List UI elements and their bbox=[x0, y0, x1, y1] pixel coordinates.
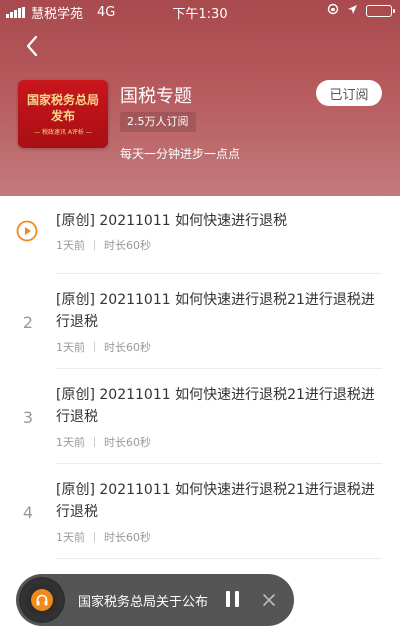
meta-divider bbox=[94, 532, 95, 542]
episode-time-ago: 1天前 bbox=[56, 531, 85, 544]
cover-line-2: 发布 bbox=[50, 109, 75, 123]
playing-icon bbox=[16, 220, 38, 242]
status-right bbox=[327, 3, 395, 19]
episode-duration: 时长60秒 bbox=[104, 531, 151, 544]
channel-header: 慧税学苑 4G 下午1:30 国家税务总局 发布 — 税政速讯 A评析 — 国税… bbox=[0, 0, 400, 196]
pause-button[interactable] bbox=[224, 591, 242, 609]
episode-list: [原创] 20211011 如何快速进行退税 1天前 时长60秒 2 [原创] … bbox=[0, 196, 400, 559]
episode-title: [原创] 20211011 如何快速进行退税21进行退税进行退税 bbox=[56, 387, 375, 425]
episode-meta: 1天前 时长60秒 bbox=[56, 237, 151, 253]
episode-meta: 1天前 时长60秒 bbox=[56, 434, 151, 450]
episode-title: [原创] 20211011 如何快速进行退税21进行退税进行退税 bbox=[56, 292, 375, 330]
cover-line-3: — 税政速讯 A评析 — bbox=[34, 129, 92, 136]
episode-item[interactable]: 2 [原创] 20211011 如何快速进行退税21进行退税进行退税 1天前 时… bbox=[0, 274, 400, 369]
episode-duration: 时长60秒 bbox=[104, 341, 151, 354]
divider bbox=[56, 558, 382, 559]
meta-divider bbox=[94, 437, 95, 447]
episode-duration: 时长60秒 bbox=[104, 436, 151, 449]
channel-cover-image: 国家税务总局 发布 — 税政速讯 A评析 — bbox=[18, 80, 108, 148]
episode-title: [原创] 20211011 如何快速进行退税21进行退税进行退税 bbox=[56, 482, 375, 520]
rotation-lock-icon bbox=[327, 3, 339, 19]
battery-icon bbox=[366, 5, 395, 17]
album-disc[interactable] bbox=[19, 577, 65, 623]
episode-meta: 1天前 时长60秒 bbox=[56, 529, 151, 545]
headphones-icon bbox=[31, 589, 53, 611]
episode-item[interactable]: [原创] 20211011 如何快速进行退税 1天前 时长60秒 bbox=[0, 196, 400, 274]
episode-time-ago: 1天前 bbox=[56, 239, 85, 252]
meta-divider bbox=[94, 342, 95, 352]
chevron-left-icon bbox=[26, 35, 38, 57]
subscribe-button[interactable]: 已订阅 bbox=[316, 80, 382, 106]
cover-line-1: 国家税务总局 bbox=[26, 93, 99, 107]
episode-time-ago: 1天前 bbox=[56, 341, 85, 354]
now-playing-title: 国家税务总局关于公布 bbox=[78, 595, 209, 610]
channel-description: 每天一分钟进步一点点 bbox=[120, 147, 241, 161]
close-player-button[interactable] bbox=[261, 592, 277, 608]
episode-index: 3 bbox=[22, 408, 34, 427]
episode-meta: 1天前 时长60秒 bbox=[56, 339, 151, 355]
episode-index: 4 bbox=[22, 503, 34, 522]
subscriber-count-badge: 2.5万人订阅 bbox=[120, 112, 196, 132]
episode-item[interactable]: 4 [原创] 20211011 如何快速进行退税21进行退税进行退税 1天前 时… bbox=[0, 464, 400, 559]
close-icon bbox=[263, 594, 275, 606]
location-icon bbox=[347, 4, 358, 19]
mini-player[interactable]: 国家税务总局关于公布 bbox=[16, 574, 294, 626]
episode-item[interactable]: 3 [原创] 20211011 如何快速进行退税21进行退税进行退税 1天前 时… bbox=[0, 369, 400, 464]
back-button[interactable] bbox=[18, 32, 46, 60]
episode-title: [原创] 20211011 如何快速进行退税 bbox=[56, 213, 288, 229]
status-bar: 慧税学苑 4G 下午1:30 bbox=[0, 0, 400, 22]
episode-duration: 时长60秒 bbox=[104, 239, 151, 252]
episode-time-ago: 1天前 bbox=[56, 436, 85, 449]
episode-index: 2 bbox=[22, 313, 34, 332]
channel-title: 国税专题 bbox=[120, 86, 192, 107]
meta-divider bbox=[94, 240, 95, 250]
